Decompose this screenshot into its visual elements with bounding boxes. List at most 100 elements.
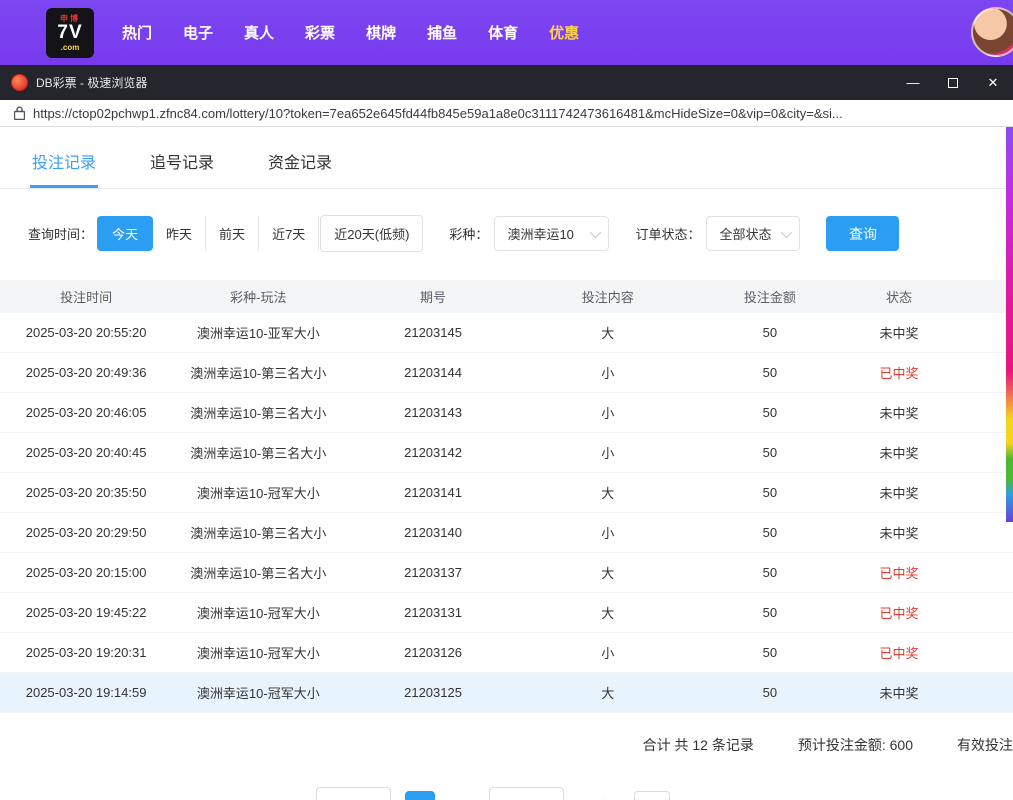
- status-filter-label: 订单状态：: [635, 224, 700, 243]
- page-number-2[interactable]: 2: [445, 791, 475, 800]
- app-icon: [11, 74, 28, 91]
- pagination: 上一页 12 下一页 前往 页: [0, 787, 1013, 800]
- table-row[interactable]: 2025-03-20 19:20:31 澳洲幸运10-冠军大小 21203126…: [0, 633, 1013, 673]
- cell-play-type: 澳洲幸运10-冠军大小: [172, 603, 344, 622]
- cell-play-type: 澳洲幸运10-第三名大小: [172, 443, 344, 462]
- cell-issue-number: 21203143: [344, 405, 521, 420]
- cell-bet-time: 2025-03-20 20:55:20: [0, 325, 172, 340]
- cell-bet-content: 大: [522, 603, 694, 622]
- cell-status: 已中奖: [846, 603, 952, 622]
- filter-bar: 查询时间： 今天昨天前天近7天近20天(低频) 彩种： 澳洲幸运10 订单状态：…: [28, 215, 1013, 252]
- expected-bet-amount-text: 预计投注金额: 600: [798, 735, 913, 755]
- cell-bet-amount: 50: [694, 405, 846, 420]
- cell-bet-time: 2025-03-20 19:45:22: [0, 605, 172, 620]
- page-number-1[interactable]: 1: [405, 791, 435, 800]
- table-row[interactable]: 2025-03-20 20:29:50 澳洲幸运10-第三名大小 2120314…: [0, 513, 1013, 553]
- lottery-select-value: 澳洲幸运10: [507, 224, 573, 243]
- table-row[interactable]: 2025-03-20 19:14:59 澳洲幸运10-冠军大小 21203125…: [0, 673, 1013, 713]
- page-suffix-label: 页: [684, 796, 697, 800]
- cell-issue-number: 21203145: [344, 325, 521, 340]
- cell-play-type: 澳洲幸运10-冠军大小: [172, 683, 344, 702]
- cell-status: 未中奖: [846, 403, 952, 422]
- time-option-4[interactable]: 近20天(低频): [320, 215, 423, 252]
- cell-status: 未中奖: [846, 483, 952, 502]
- cell-bet-content: 小: [522, 523, 694, 542]
- window-controls: — ✕: [893, 65, 1013, 100]
- column-header: 期号: [344, 287, 521, 306]
- table-row[interactable]: 2025-03-20 20:40:45 澳洲幸运10-第三名大小 2120314…: [0, 433, 1013, 473]
- nav-item-3[interactable]: 彩票: [305, 22, 335, 43]
- next-page-button[interactable]: 下一页: [489, 787, 564, 800]
- tab-1[interactable]: 追号记录: [148, 143, 216, 188]
- time-option-1[interactable]: 昨天: [153, 216, 206, 251]
- cell-status: 未中奖: [846, 523, 952, 542]
- order-status-value: 全部状态: [719, 224, 771, 243]
- table-row[interactable]: 2025-03-20 20:46:05 澳洲幸运10-第三名大小 2120314…: [0, 393, 1013, 433]
- avatar[interactable]: [971, 7, 1013, 57]
- cell-bet-time: 2025-03-20 20:40:45: [0, 445, 172, 460]
- goto-page-input[interactable]: [634, 791, 670, 800]
- nav-item-6[interactable]: 体育: [488, 22, 518, 43]
- column-header: 状态: [846, 287, 952, 306]
- table-row[interactable]: 2025-03-20 20:35:50 澳洲幸运10-冠军大小 21203141…: [0, 473, 1013, 513]
- cell-bet-content: 小: [522, 403, 694, 422]
- cell-bet-time: 2025-03-20 20:35:50: [0, 485, 172, 500]
- table-row[interactable]: 2025-03-20 20:55:20 澳洲幸运10-亚军大小 21203145…: [0, 313, 1013, 353]
- summary-bar: 合计 共 12 条记录 预计投注金额: 600 有效投注金: [0, 735, 1013, 755]
- url-text: https://ctop02pchwp1.zfnc84.com/lottery/…: [33, 106, 843, 121]
- cell-issue-number: 21203137: [344, 565, 521, 580]
- cell-issue-number: 21203126: [344, 645, 521, 660]
- tab-2[interactable]: 资金记录: [266, 143, 334, 188]
- cell-bet-content: 小: [522, 363, 694, 382]
- cell-bet-content: 小: [522, 443, 694, 462]
- record-tabs: 投注记录 追号记录 资金记录: [0, 127, 1013, 189]
- close-button[interactable]: ✕: [973, 65, 1013, 100]
- address-bar[interactable]: https://ctop02pchwp1.zfnc84.com/lottery/…: [0, 100, 1013, 127]
- table-body: 2025-03-20 20:55:20 澳洲幸运10-亚军大小 21203145…: [0, 313, 1013, 713]
- nav-item-4[interactable]: 棋牌: [366, 22, 396, 43]
- window-title: DB彩票 - 极速浏览器: [36, 74, 147, 91]
- cell-issue-number: 21203125: [344, 685, 521, 700]
- cell-bet-amount: 50: [694, 325, 846, 340]
- search-button[interactable]: 查询: [826, 216, 899, 251]
- time-filter-label: 查询时间：: [28, 224, 93, 243]
- lock-icon: [14, 106, 25, 120]
- nav-item-2[interactable]: 真人: [244, 22, 274, 43]
- table-row[interactable]: 2025-03-20 19:45:22 澳洲幸运10-冠军大小 21203131…: [0, 593, 1013, 633]
- cell-play-type: 澳洲幸运10-第三名大小: [172, 523, 344, 542]
- lottery-select[interactable]: 澳洲幸运10: [494, 216, 609, 251]
- cell-bet-content: 小: [522, 643, 694, 662]
- cell-play-type: 澳洲幸运10-冠军大小: [172, 483, 344, 502]
- cell-status: 未中奖: [846, 323, 952, 342]
- time-option-0[interactable]: 今天: [97, 216, 153, 251]
- nav-item-5[interactable]: 捕鱼: [427, 22, 457, 43]
- cell-play-type: 澳洲幸运10-亚军大小: [172, 323, 344, 342]
- cell-bet-amount: 50: [694, 365, 846, 380]
- maximize-button[interactable]: [933, 65, 973, 100]
- cell-bet-amount: 50: [694, 645, 846, 660]
- cell-bet-amount: 50: [694, 565, 846, 580]
- prev-page-button[interactable]: 上一页: [316, 787, 391, 800]
- chevron-down-icon: [590, 226, 601, 237]
- page-numbers: 12: [405, 791, 475, 800]
- time-filter-group: 今天昨天前天近7天近20天(低频): [97, 215, 423, 252]
- time-option-3[interactable]: 近7天: [259, 216, 319, 251]
- window-titlebar: DB彩票 - 极速浏览器 — ✕: [0, 65, 1013, 100]
- cell-issue-number: 21203144: [344, 365, 521, 380]
- cell-bet-content: 大: [522, 483, 694, 502]
- cell-bet-content: 大: [522, 563, 694, 582]
- minimize-button[interactable]: —: [893, 65, 933, 100]
- table-row[interactable]: 2025-03-20 20:49:36 澳洲幸运10-第三名大小 2120314…: [0, 353, 1013, 393]
- nav-item-1[interactable]: 电子: [183, 22, 213, 43]
- lottery-filter-label: 彩种：: [449, 224, 488, 243]
- time-option-2[interactable]: 前天: [206, 216, 259, 251]
- cell-issue-number: 21203131: [344, 605, 521, 620]
- total-records-text: 合计 共 12 条记录: [643, 735, 754, 755]
- table-row[interactable]: 2025-03-20 20:15:00 澳洲幸运10-第三名大小 2120313…: [0, 553, 1013, 593]
- site-logo[interactable]: 申博 7V .com: [46, 8, 94, 58]
- logo-main-text: 7V: [57, 23, 82, 43]
- nav-item-0[interactable]: 热门: [122, 22, 152, 43]
- tab-0[interactable]: 投注记录: [30, 143, 98, 188]
- nav-item-7[interactable]: 优惠: [549, 22, 579, 43]
- order-status-select[interactable]: 全部状态: [706, 216, 800, 251]
